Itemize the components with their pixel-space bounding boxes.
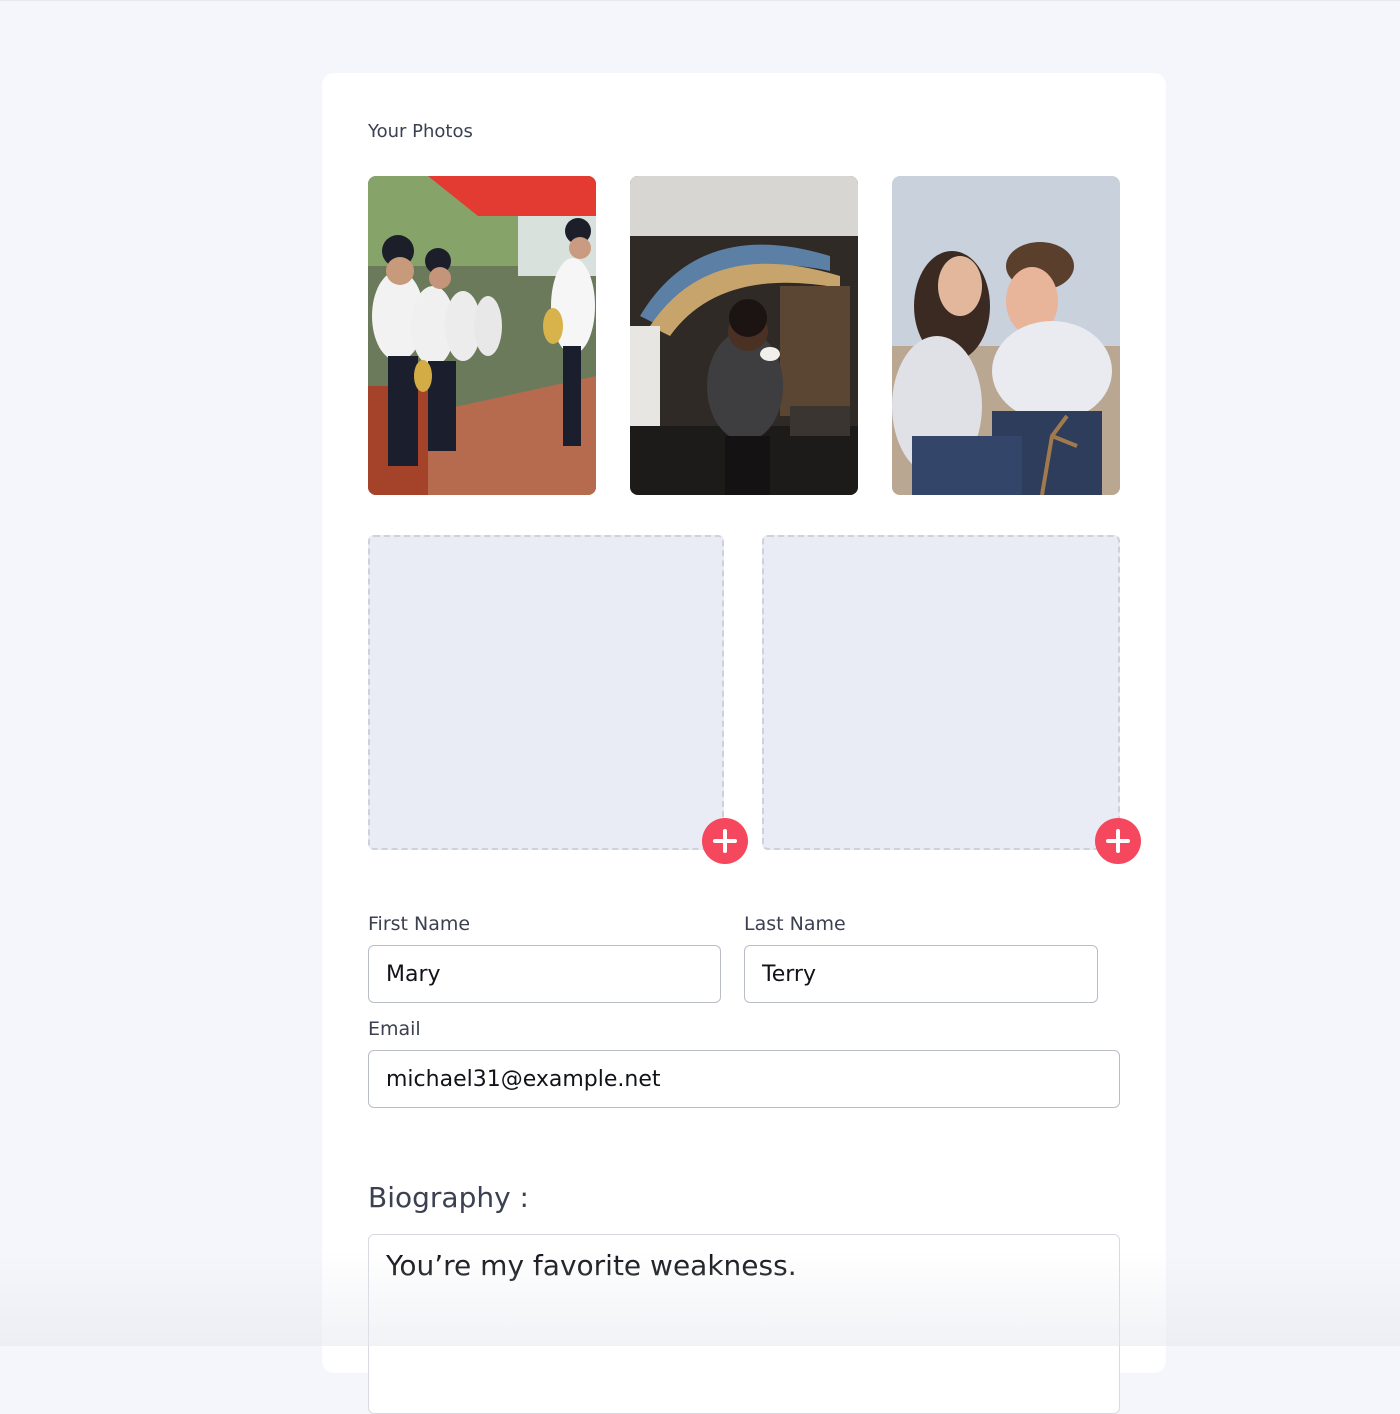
profile-card: Your Photos First Name Mary Last Name Te… — [322, 73, 1166, 1414]
last-name-input[interactable] — [744, 945, 1098, 1003]
email-input[interactable] — [368, 1050, 1120, 1108]
photo-band[interactable] — [368, 176, 596, 495]
first-name-label: First Name — [368, 913, 471, 935]
photo-upload-slot-1[interactable] — [368, 535, 724, 850]
photo-band-image — [368, 176, 596, 495]
photo-cafe-image — [630, 176, 858, 495]
biography-textarea[interactable]: You’re my favorite weakness. — [368, 1234, 1120, 1414]
last-name-label: Last Name — [744, 913, 846, 935]
email-label: Email — [368, 1018, 421, 1040]
biography-title: Biography : — [368, 1181, 529, 1214]
add-photo-button-2[interactable] — [1095, 818, 1141, 864]
photo-couple[interactable] — [892, 176, 1120, 495]
photo-cafe[interactable] — [630, 176, 858, 495]
add-photo-button-1[interactable] — [702, 818, 748, 864]
first-name-input[interactable] — [368, 945, 721, 1003]
biography-text: You’re my favorite weakness. — [386, 1249, 797, 1282]
top-divider — [0, 0, 1400, 1]
photo-upload-slot-2[interactable] — [762, 535, 1120, 850]
photo-couple-image — [892, 176, 1120, 495]
photos-section-title: Your Photos — [368, 121, 473, 142]
